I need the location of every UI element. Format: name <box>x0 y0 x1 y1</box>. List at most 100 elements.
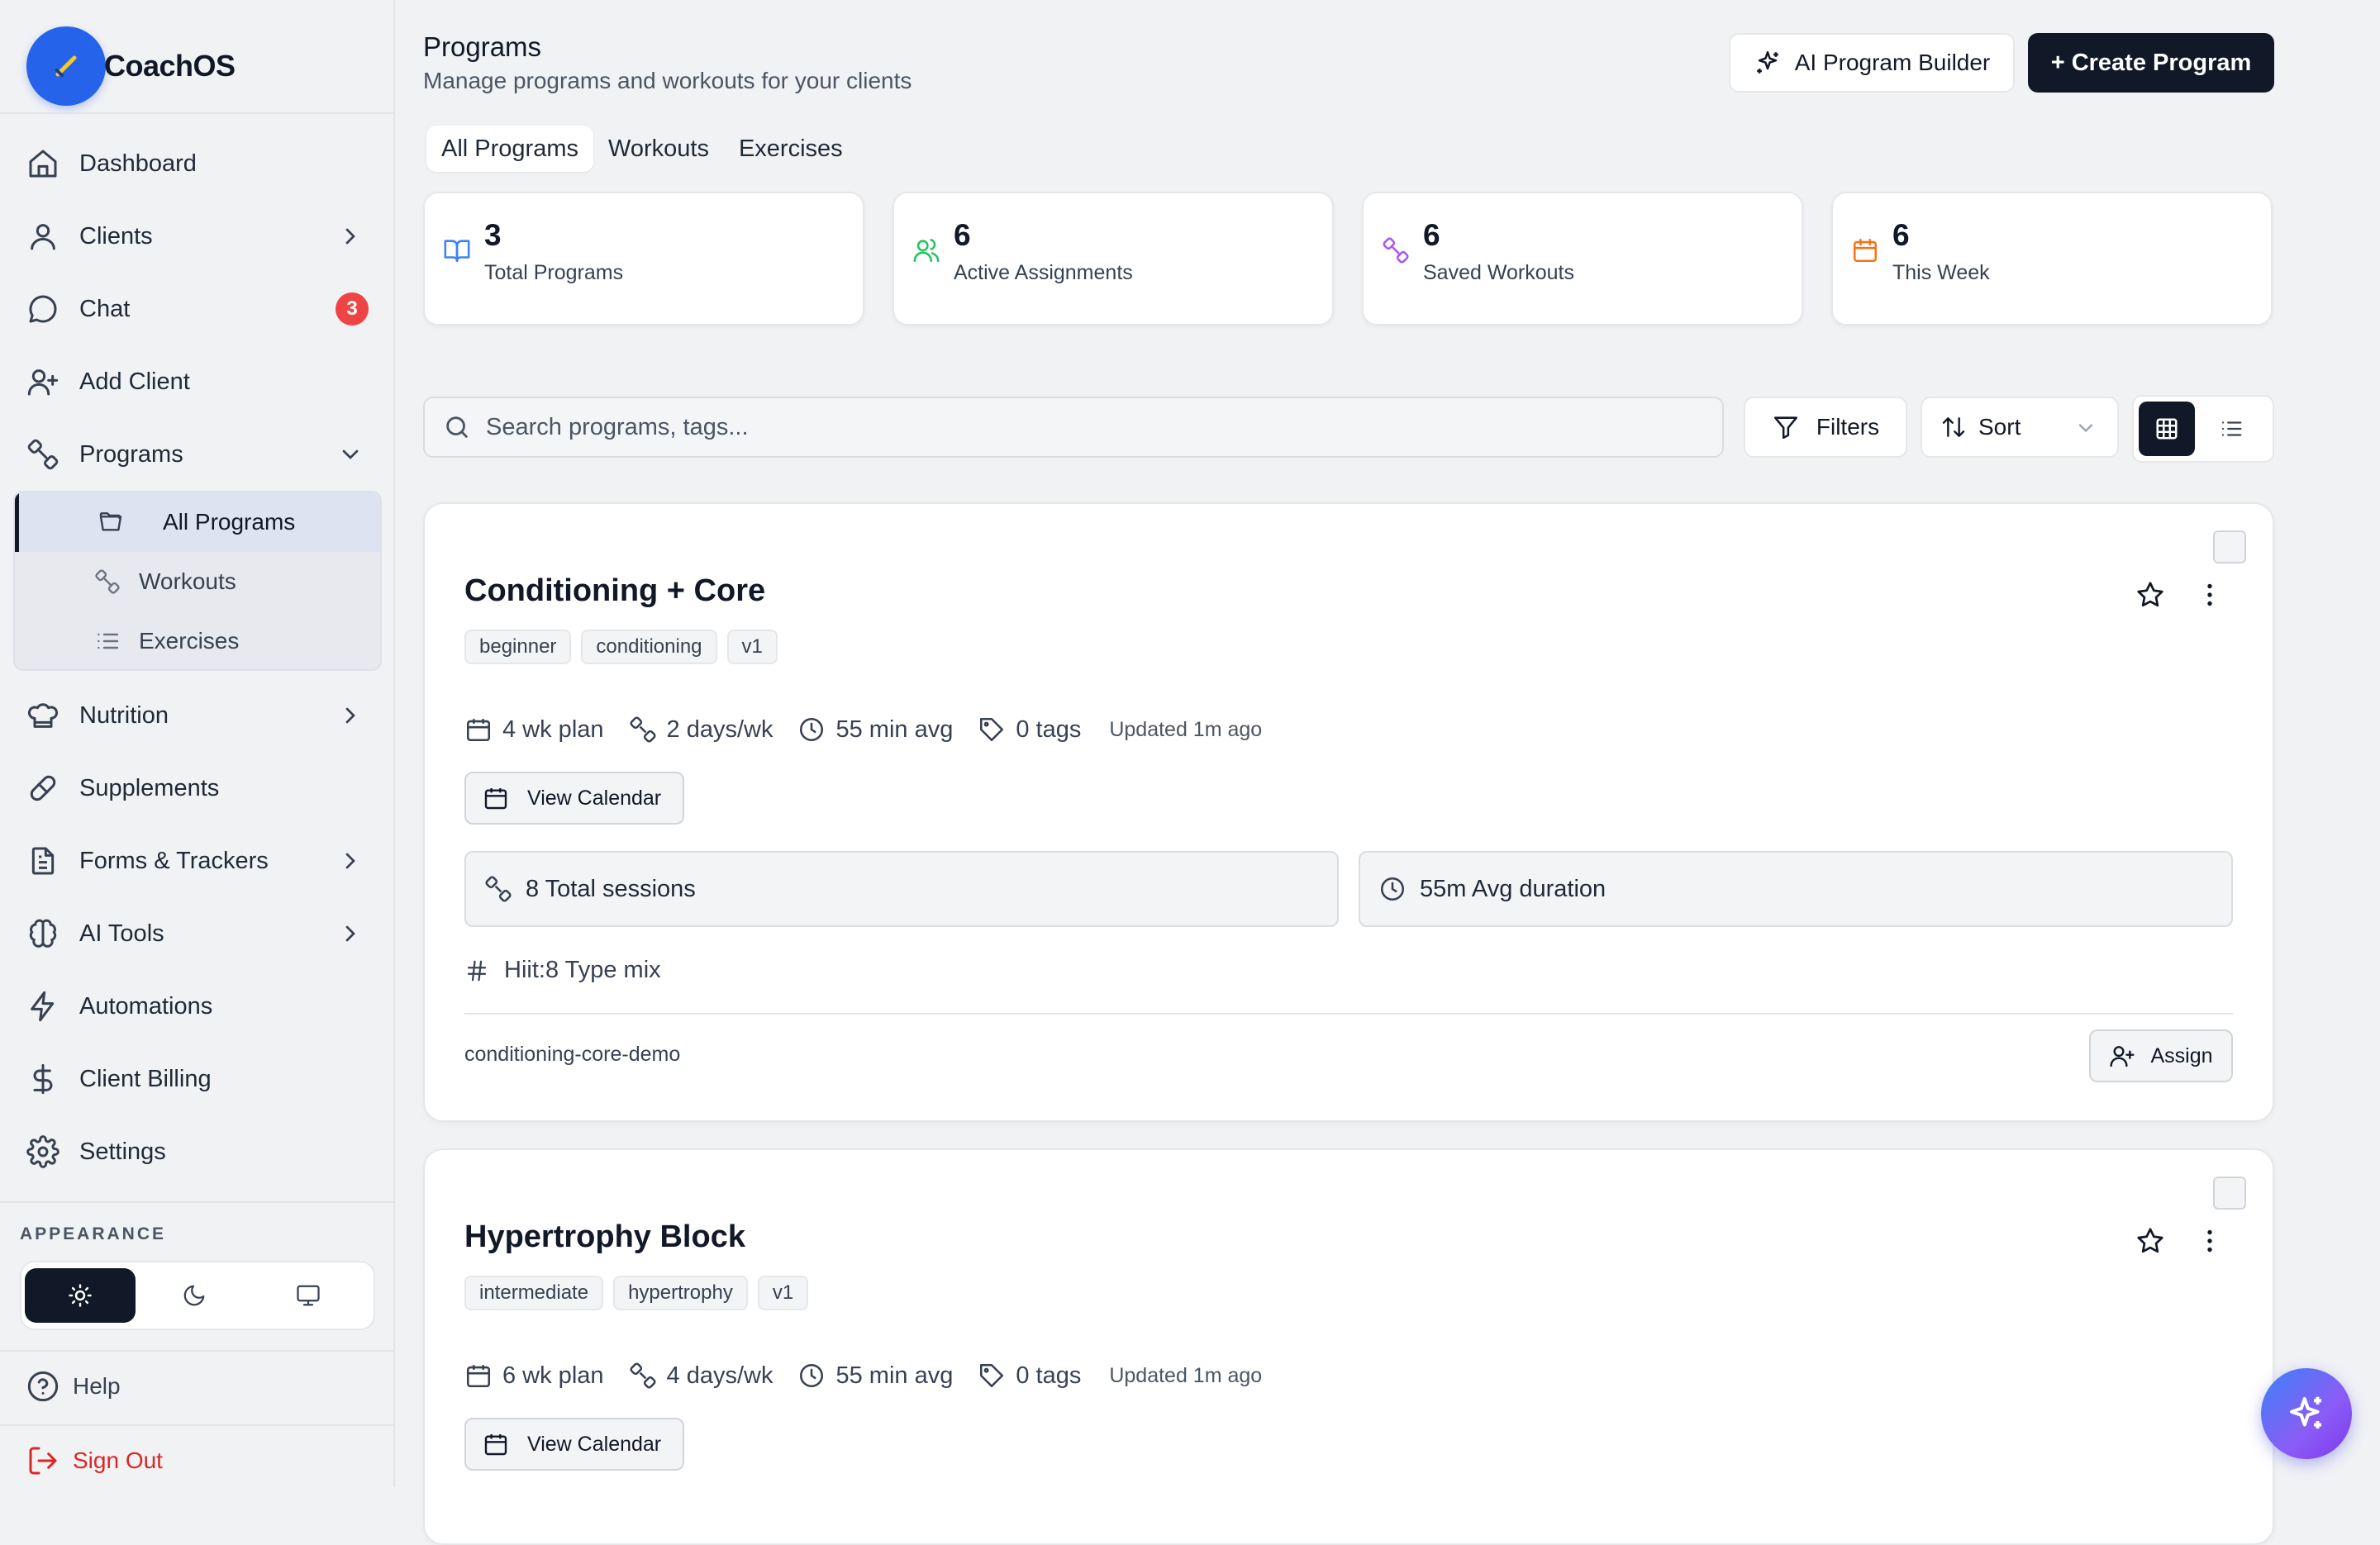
brain-icon <box>29 919 57 948</box>
stat-total-programs: 3 Total Programs <box>423 192 864 326</box>
sidebar-item-label: Clients <box>79 222 153 250</box>
select-checkbox[interactable] <box>2213 530 2246 563</box>
grid-view-button[interactable] <box>2139 402 2195 456</box>
sidebar-item-forms-trackers[interactable]: Forms & Trackers <box>0 825 395 897</box>
filters-button[interactable]: Filters <box>1744 397 1907 458</box>
program-card[interactable]: Hypertrophy Block intermediate hypertrop… <box>423 1148 2274 1545</box>
sidebar: CoachOS Dashboard Clients Chat 3 Add Cli… <box>0 0 395 1487</box>
sidebar-item-dashboard[interactable]: Dashboard <box>0 127 395 200</box>
meta-avg: 55 min avg <box>797 715 953 744</box>
stat-label: Total Programs <box>484 261 624 284</box>
theme-light-button[interactable] <box>25 1268 136 1323</box>
sessions-box: 8 Total sessions <box>464 851 1339 927</box>
updated-time: Updated 1m ago <box>1109 717 1263 741</box>
gear-icon <box>26 1135 60 1168</box>
sidebar-item-programs[interactable]: Programs <box>0 418 395 491</box>
search-input[interactable] <box>486 413 1643 441</box>
star-icon[interactable] <box>2135 580 2165 610</box>
view-calendar-button[interactable]: View Calendar <box>464 1418 684 1471</box>
subnav-item-exercises[interactable]: Exercises <box>15 611 380 669</box>
sidebar-item-chat[interactable]: Chat 3 <box>0 273 395 345</box>
meta-tags: 0 tags <box>978 1362 1081 1390</box>
list-view-button[interactable] <box>2203 402 2259 456</box>
subnav-item-all-programs[interactable]: All Programs <box>15 492 380 552</box>
type-mix: Hiit:8 Type mix <box>464 957 661 984</box>
sign-out-button[interactable]: Sign Out <box>26 1444 163 1477</box>
tag-list: intermediate hypertrophy v1 <box>464 1276 818 1310</box>
tag: v1 <box>726 630 778 664</box>
create-program-button[interactable]: + Create Program <box>2028 33 2274 93</box>
dollar-icon <box>33 1063 53 1095</box>
sort-select[interactable]: Sort <box>1921 397 2119 458</box>
meta-days: 4 days/wk <box>629 1362 773 1390</box>
assign-button[interactable]: Assign <box>2089 1029 2233 1082</box>
theme-dark-button[interactable] <box>139 1268 250 1323</box>
help-link[interactable]: Help <box>26 1370 121 1403</box>
view-calendar-button[interactable]: View Calendar <box>464 772 684 825</box>
sidebar-item-nutrition[interactable]: Nutrition <box>0 679 395 752</box>
sidebar-item-label: Supplements <box>79 774 220 801</box>
assign-label: Assign <box>2150 1043 2213 1067</box>
tag-icon <box>980 717 1004 742</box>
brand[interactable]: CoachOS <box>26 26 236 106</box>
chat-unread-badge: 3 <box>336 292 369 326</box>
ai-assistant-fab[interactable] <box>2261 1368 2352 1459</box>
sidebar-item-clients[interactable]: Clients <box>0 200 395 273</box>
sidebar-item-ai-tools[interactable]: AI Tools <box>0 897 395 970</box>
list-icon <box>98 633 119 649</box>
user-icon <box>31 224 55 250</box>
meta-avg: 55 min avg <box>797 1362 953 1390</box>
tab-all-programs[interactable]: All Programs <box>426 126 593 172</box>
sidebar-item-label: Settings <box>79 1138 166 1165</box>
dumbbell-icon <box>95 569 120 594</box>
programs-subnav: All Programs Workouts Exercises <box>13 491 382 671</box>
divider <box>0 112 395 114</box>
sidebar-item-label: Client Billing <box>79 1065 212 1092</box>
sidebar-item-label: Forms & Trackers <box>79 847 269 874</box>
page-subtitle: Manage programs and workouts for your cl… <box>423 68 912 93</box>
more-vertical-icon[interactable] <box>2195 1226 2225 1256</box>
theme-system-button[interactable] <box>253 1268 364 1323</box>
select-checkbox[interactable] <box>2213 1177 2246 1210</box>
sidebar-item-supplements[interactable]: Supplements <box>0 752 395 825</box>
sidebar-item-label: Dashboard <box>79 150 197 177</box>
chevron-right-icon <box>345 228 355 245</box>
stat-value: 6 <box>1423 218 1440 252</box>
sidebar-item-label: Automations <box>79 992 213 1020</box>
sessions-value: 8 Total sessions <box>526 875 696 902</box>
chevron-down-icon <box>2078 424 2093 433</box>
updated-time: Updated 1m ago <box>1109 1363 1263 1387</box>
dumbbell-icon <box>1383 237 1409 264</box>
brand-logo <box>26 26 106 106</box>
sign-out-label: Sign Out <box>73 1448 163 1473</box>
subnav-label: All Programs <box>163 509 296 535</box>
clock-icon <box>1380 877 1405 901</box>
subnav-label: Workouts <box>139 568 236 594</box>
theme-toggle <box>20 1261 375 1330</box>
pill-icon <box>30 775 56 801</box>
tab-workouts[interactable]: Workouts <box>593 126 724 172</box>
user-plus-icon <box>2110 1046 2135 1067</box>
tag: v1 <box>757 1276 809 1310</box>
tab-exercises[interactable]: Exercises <box>724 126 858 172</box>
program-card[interactable]: Conditioning + Core beginner conditionin… <box>423 502 2274 1122</box>
sidebar-item-label: Nutrition <box>79 701 169 729</box>
sidebar-item-settings[interactable]: Settings <box>0 1115 395 1188</box>
sidebar-item-add-client[interactable]: Add Client <box>0 345 395 418</box>
subnav-item-workouts[interactable]: Workouts <box>15 552 380 611</box>
divider <box>0 1201 395 1203</box>
grid-icon <box>2156 418 2178 440</box>
sidebar-item-automations[interactable]: Automations <box>0 970 395 1043</box>
tag-icon <box>980 1363 1004 1388</box>
folder-open-icon <box>99 512 122 531</box>
chevron-right-icon <box>345 707 355 724</box>
program-title: Conditioning + Core <box>464 573 766 608</box>
moon-icon <box>183 1285 205 1306</box>
tag-list: beginner conditioning v1 <box>464 630 788 664</box>
users-icon <box>913 239 940 263</box>
star-icon[interactable] <box>2135 1226 2165 1256</box>
more-vertical-icon[interactable] <box>2195 580 2225 610</box>
sidebar-item-client-billing[interactable]: Client Billing <box>0 1043 395 1115</box>
ai-program-builder-button[interactable]: AI Program Builder <box>1729 33 2015 93</box>
program-tabs: All Programs Workouts Exercises <box>426 126 858 172</box>
